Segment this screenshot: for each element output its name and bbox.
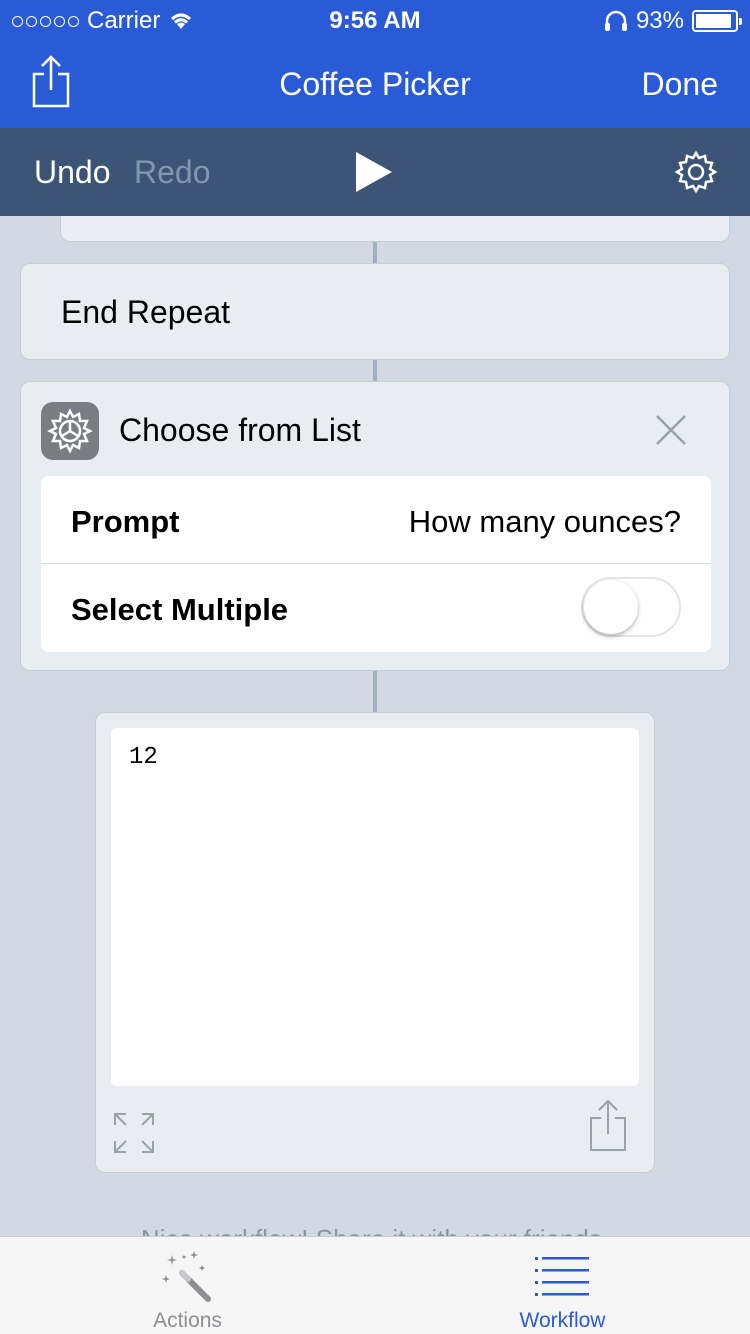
tab-label: Actions <box>153 1309 222 1332</box>
done-button[interactable]: Done <box>642 66 719 103</box>
share-hint-text: Nice workflow! Share it with your friend… <box>0 1224 750 1236</box>
tab-actions[interactable]: Actions <box>0 1237 375 1334</box>
action-label: End Repeat <box>61 294 231 330</box>
expand-icon[interactable] <box>112 1111 156 1155</box>
redo-button[interactable]: Redo <box>134 154 211 191</box>
top-bar: Carrier 9:56 AM 93% Coffee Picker Done <box>0 0 750 128</box>
select-multiple-label: Select Multiple <box>71 592 289 627</box>
action-title: Choose from List <box>119 412 361 448</box>
play-icon[interactable] <box>354 150 394 194</box>
navigation-bar: Coffee Picker Done <box>0 40 750 128</box>
prompt-row[interactable]: Prompt How many ounces? <box>41 476 711 564</box>
choose-from-list-action[interactable]: Choose from List Prompt How many ounces?… <box>20 381 730 671</box>
share-icon[interactable] <box>588 1099 628 1153</box>
settings-app-icon <box>41 402 99 460</box>
connector-line <box>373 671 377 712</box>
end-repeat-action[interactable]: End Repeat <box>20 263 730 360</box>
magic-wand-icon <box>162 1251 211 1302</box>
close-icon[interactable] <box>653 412 689 448</box>
list-icon <box>535 1257 589 1296</box>
gear-icon[interactable] <box>674 150 718 194</box>
workflow-canvas[interactable]: End Repeat Choose from List Prompt How m… <box>0 216 750 1236</box>
tab-label: Workflow <box>519 1309 606 1332</box>
connector-line <box>373 242 377 263</box>
result-text[interactable]: 12 <box>111 728 639 1086</box>
result-preview: 12 <box>95 712 655 1173</box>
select-multiple-toggle[interactable] <box>581 577 681 637</box>
select-multiple-row: Select Multiple <box>41 564 711 652</box>
prompt-field[interactable]: How many ounces? <box>409 504 681 540</box>
workflow-title: Coffee Picker <box>279 66 471 102</box>
tab-bar: Actions Workflow <box>0 1236 750 1334</box>
battery-icon <box>692 10 742 32</box>
undo-button[interactable]: Undo <box>34 154 111 191</box>
prompt-label: Prompt <box>71 504 180 539</box>
battery-percent: 93% <box>635 7 684 34</box>
editor-toolbar: Undo Redo <box>0 128 750 216</box>
connector-line <box>373 360 377 381</box>
headphones-icon <box>604 10 627 31</box>
previous-action-card[interactable] <box>60 216 730 242</box>
action-parameters: Prompt How many ounces? Select Multiple <box>41 476 711 652</box>
tab-workflow[interactable]: Workflow <box>375 1237 750 1334</box>
status-bar: Carrier 9:56 AM 93% <box>0 0 750 40</box>
